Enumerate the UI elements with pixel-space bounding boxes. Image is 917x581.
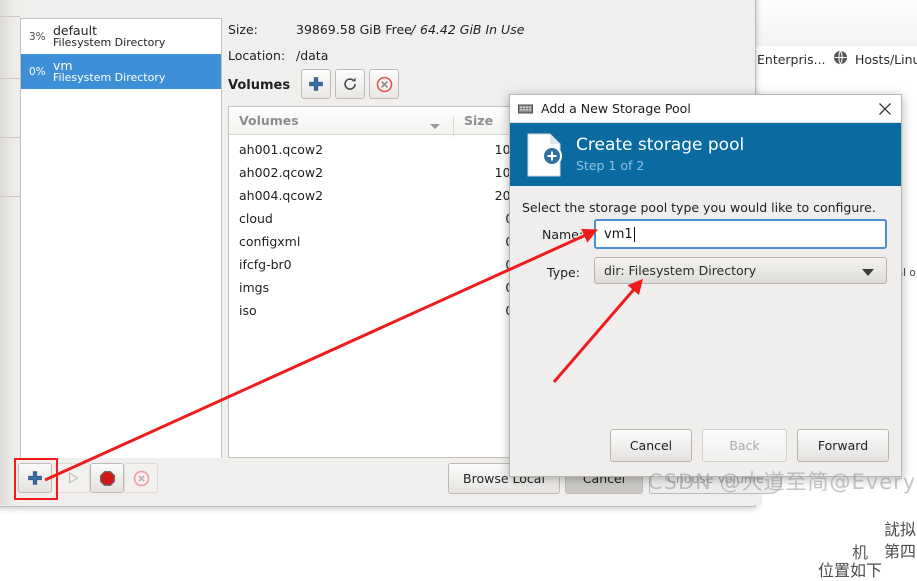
location-label: Location: bbox=[228, 48, 286, 63]
globe-icon bbox=[833, 50, 848, 65]
add-volume-button[interactable] bbox=[301, 69, 331, 99]
dialog-forward-button[interactable]: Forward bbox=[797, 429, 889, 462]
pool-type: Filesystem Directory bbox=[53, 71, 166, 85]
plus-icon bbox=[309, 77, 323, 91]
volume-name: ah001.qcow2 bbox=[239, 142, 324, 157]
stop-icon bbox=[99, 470, 115, 486]
bg-chinese-fragment-1: 訧拟 bbox=[884, 520, 917, 539]
delete-circle-icon bbox=[376, 76, 392, 92]
volume-name: ifcfg-br0 bbox=[239, 257, 292, 272]
column-header-volumes-label: Volumes bbox=[239, 113, 299, 128]
name-input[interactable]: vm1 bbox=[594, 219, 887, 249]
refresh-volumes-button[interactable] bbox=[335, 69, 365, 99]
delete-pool-button[interactable] bbox=[124, 463, 158, 493]
dialog-back-button[interactable]: Back bbox=[702, 429, 787, 462]
start-pool-button[interactable] bbox=[56, 463, 90, 493]
annotation-highlight-add-pool-button bbox=[14, 458, 58, 500]
volume-name: cloud bbox=[239, 211, 273, 226]
column-header-size-label: Size bbox=[464, 113, 494, 128]
pool-name: vm bbox=[53, 57, 73, 73]
volume-name: ah002.qcow2 bbox=[239, 165, 324, 180]
play-icon bbox=[68, 472, 79, 484]
new-document-icon bbox=[527, 133, 562, 176]
bookmark-item-hosts-linux[interactable]: Hosts/Linu... bbox=[855, 52, 917, 67]
bookmark-item-enterprise[interactable]: Enterpris... bbox=[757, 52, 826, 67]
dialog-cancel-button[interactable]: Cancel bbox=[610, 429, 692, 462]
dialog-step-indicator: Step 1 of 2 bbox=[576, 157, 645, 173]
csdn-watermark: CSDN @大道至简@EveryDay bbox=[648, 470, 917, 494]
volume-name: imgs bbox=[239, 280, 270, 295]
pool-name: default bbox=[53, 22, 97, 38]
dialog-banner-texts: Create storage pool Step 1 of 2 bbox=[576, 135, 745, 173]
size-label: Size: bbox=[228, 22, 258, 37]
add-storage-pool-dialog: Add a New Storage Pool Create storage po… bbox=[509, 94, 902, 477]
type-select[interactable]: dir: Filesystem Directory bbox=[594, 257, 887, 284]
bg-chinese-fragment-4: 位置如下 bbox=[818, 561, 883, 580]
dialog-heading: Create storage pool bbox=[576, 135, 745, 156]
size-value-separator: / bbox=[411, 22, 416, 37]
column-divider[interactable] bbox=[453, 116, 454, 137]
type-field-label: Type: bbox=[547, 265, 580, 280]
delete-circle-icon bbox=[133, 470, 149, 486]
pool-usage-percent: 0% bbox=[29, 65, 46, 78]
volume-name: configxml bbox=[239, 234, 301, 249]
window-left-edge-strip bbox=[0, 0, 20, 505]
pool-type: Filesystem Directory bbox=[53, 36, 166, 50]
column-header-volumes[interactable]: Volumes bbox=[229, 113, 454, 137]
location-value: /data bbox=[296, 48, 329, 63]
dialog-banner: Create storage pool Step 1 of 2 bbox=[510, 123, 901, 186]
type-select-value: dir: Filesystem Directory bbox=[604, 263, 757, 278]
storage-pool-list[interactable]: 3% default Filesystem Directory 0% vm Fi… bbox=[20, 18, 222, 460]
name-field-label: Name: bbox=[542, 227, 584, 242]
chevron-down-icon bbox=[862, 269, 874, 276]
size-value-used: 64.42 GiB In Use bbox=[420, 22, 525, 37]
delete-volume-button[interactable] bbox=[369, 69, 399, 99]
refresh-icon bbox=[344, 77, 356, 90]
stop-pool-button[interactable] bbox=[90, 463, 124, 493]
text-cursor bbox=[633, 226, 635, 242]
volume-name: iso bbox=[239, 303, 257, 318]
pool-list-item-vm[interactable]: 0% vm Filesystem Directory bbox=[21, 54, 221, 89]
dialog-title-bar[interactable]: Add a New Storage Pool bbox=[510, 95, 901, 123]
close-icon[interactable] bbox=[876, 100, 894, 118]
volume-name: ah004.qcow2 bbox=[239, 188, 324, 203]
size-value-free: 39869.58 GiB Free bbox=[296, 22, 412, 37]
pool-list-item-default[interactable]: 3% default Filesystem Directory bbox=[21, 19, 221, 54]
pool-usage-percent: 3% bbox=[29, 30, 46, 43]
dialog-instruction-text: Select the storage pool type you would l… bbox=[522, 200, 876, 215]
sort-descending-icon bbox=[430, 124, 440, 129]
bg-chinese-fragment-2: 第四 bbox=[884, 542, 917, 561]
volumes-section-label: Volumes bbox=[228, 78, 291, 93]
storage-pool-icon bbox=[518, 104, 533, 113]
name-input-value: vm1 bbox=[604, 226, 633, 242]
dialog-title-text: Add a New Storage Pool bbox=[541, 101, 691, 116]
